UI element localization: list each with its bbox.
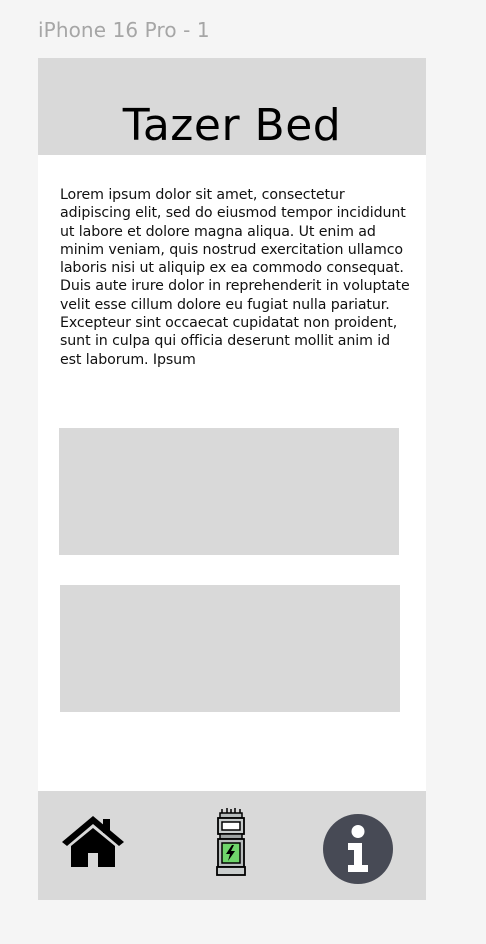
nav-info-button[interactable] [322,813,394,885]
content-placeholder-2 [60,585,400,712]
nav-tazer-button[interactable] [214,808,248,876]
home-icon [62,816,124,867]
frame-label: iPhone 16 Pro - 1 [38,18,210,42]
content-placeholder-1 [59,428,399,555]
description-text: Lorem ipsum dolor sit amet, consectetur … [60,187,410,368]
nav-home-button[interactable] [61,813,125,867]
tazer-icon [216,808,246,876]
app-title: Tazer Bed [122,100,342,151]
header-bar: Tazer Bed [38,58,426,155]
bottom-nav [38,791,426,900]
phone-screen: Tazer Bed Lorem ipsum dolor sit amet, co… [38,58,426,900]
info-icon [323,814,393,884]
